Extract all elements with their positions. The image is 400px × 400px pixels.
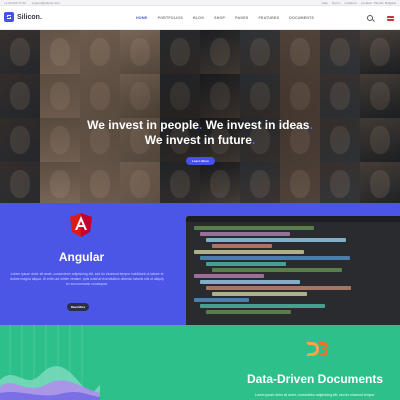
nav-item-home[interactable]: Home xyxy=(136,16,148,20)
search-icon[interactable] xyxy=(367,15,373,21)
code-line xyxy=(200,280,300,284)
code-line xyxy=(194,250,304,254)
code-line xyxy=(206,286,351,290)
code-line xyxy=(194,274,264,278)
hero-line-2: We invest in future. xyxy=(0,133,400,148)
nav-item-pages[interactable]: Pages xyxy=(235,16,248,20)
nav-item-documents[interactable]: Documents xyxy=(289,16,314,20)
angular-description: Lorem ipsum dolor sit amet, consectetur … xyxy=(10,272,164,286)
flag-icon[interactable] xyxy=(387,15,394,21)
editor-code xyxy=(186,222,400,320)
angular-logo-icon xyxy=(70,213,92,237)
header-icons xyxy=(367,6,394,30)
nav-item-shop[interactable]: Shop xyxy=(214,16,225,20)
read-more-button[interactable]: Read More xyxy=(67,303,89,311)
nav-item-features[interactable]: Features xyxy=(258,16,279,20)
code-line xyxy=(200,256,350,260)
d3-description: Lorem ipsum dolor sit amet, consectetur … xyxy=(254,393,376,397)
code-line xyxy=(212,292,307,296)
logo-text: Silicon. xyxy=(17,13,42,21)
nav-item-portfolios[interactable]: Portfolios xyxy=(158,16,183,20)
hero-phrase-ideas: We invest in ideas xyxy=(205,118,310,132)
angular-section: Angular Lorem ipsum dolor sit amet, cons… xyxy=(0,203,400,325)
code-line xyxy=(194,226,314,230)
hero-section: We invest in people. We invest in ideas.… xyxy=(0,30,400,203)
nav-item-blog[interactable]: Blog xyxy=(193,16,204,20)
d3-logo-icon xyxy=(306,342,328,356)
hero-dot: . xyxy=(309,118,313,132)
d3-panel xyxy=(236,325,400,400)
wave-chart-illustration xyxy=(0,325,100,400)
code-line xyxy=(200,304,325,308)
code-line xyxy=(212,268,342,272)
main-nav: Home Portfolios Blog Shop Pages Features… xyxy=(136,6,314,30)
code-line xyxy=(206,238,346,242)
hero-dot: . xyxy=(251,133,256,147)
hero-dot: . xyxy=(198,118,203,132)
d3-section xyxy=(0,325,400,400)
site-logo[interactable]: Silicon. xyxy=(4,12,42,22)
code-line xyxy=(200,232,290,236)
code-line xyxy=(206,262,286,266)
learn-more-button[interactable]: Learn More xyxy=(186,157,215,165)
code-line xyxy=(212,244,272,248)
logo-icon xyxy=(4,12,14,22)
code-line xyxy=(194,298,249,302)
d3-title: Data-Driven Documents xyxy=(246,372,384,386)
code-line xyxy=(206,310,291,314)
hero-overlay xyxy=(0,30,400,203)
hero-phrase-future: We invest in future xyxy=(144,133,252,147)
site-header: Silicon. Home Portfolios Blog Shop Pages… xyxy=(0,6,400,30)
hero-line-1: We invest in people. We invest in ideas. xyxy=(0,118,400,133)
hero-headline: We invest in people. We invest in ideas.… xyxy=(0,118,400,148)
angular-title: Angular xyxy=(58,250,105,264)
hero-phrase-people: We invest in people xyxy=(87,118,199,132)
code-editor-screenshot xyxy=(186,216,400,325)
